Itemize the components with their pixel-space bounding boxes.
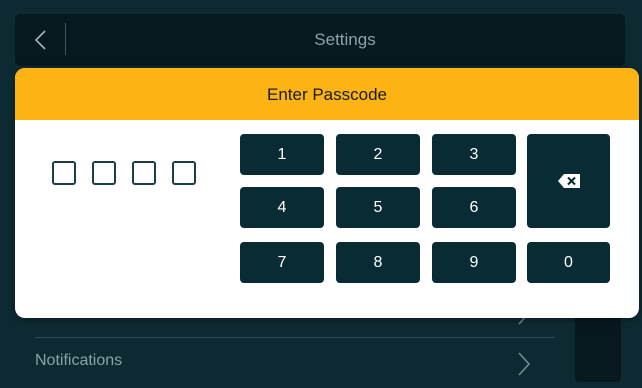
key-0[interactable]: 0 [527,242,610,283]
passcode-dialog: Enter Passcode 1 2 3 4 5 6 7 8 9 0 [15,68,639,318]
key-5[interactable]: 5 [336,187,420,228]
settings-row-label: Notifications [35,352,123,369]
dialog-title: Enter Passcode [15,68,639,120]
key-8[interactable]: 8 [336,242,420,283]
back-button[interactable] [15,14,65,66]
settings-header: Settings [15,14,625,66]
page-title: Settings [314,30,376,49]
passcode-digit-slot [172,161,196,185]
settings-row-notifications[interactable]: Notifications [35,338,555,388]
passcode-indicator [52,161,212,185]
key-7[interactable]: 7 [240,242,324,283]
passcode-digit-slot [132,161,156,185]
backspace-button[interactable] [527,134,610,228]
key-3[interactable]: 3 [432,134,516,175]
key-6[interactable]: 6 [432,187,516,228]
chevron-left-icon [34,30,46,50]
key-2[interactable]: 2 [336,134,420,175]
passcode-digit-slot [52,161,76,185]
chevron-right-icon [518,352,531,376]
key-4[interactable]: 4 [240,187,324,228]
passcode-digit-slot [92,161,116,185]
backspace-icon [557,174,580,188]
key-1[interactable]: 1 [240,134,324,175]
key-9[interactable]: 9 [432,242,516,283]
